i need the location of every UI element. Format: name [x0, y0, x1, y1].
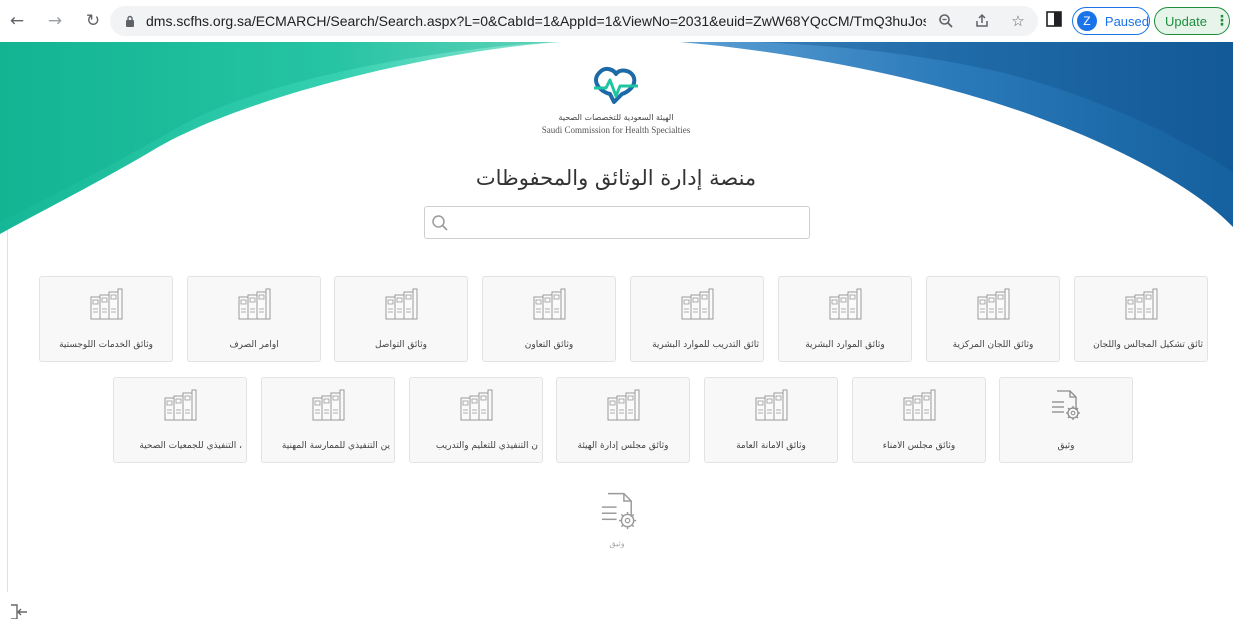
- tile-payment-orders[interactable]: اوامر الصرف: [187, 276, 321, 362]
- tile-general-secretariat-docs[interactable]: وثائق الأمانة العامة: [704, 377, 838, 463]
- archive-binders-icon: [238, 288, 271, 320]
- tile-executive-education-training[interactable]: ن التنفيذي للتعليم والتدريب: [409, 377, 543, 463]
- tile-executive-professional-practice[interactable]: ين التنفيذي للممارسة المهنية: [261, 377, 395, 463]
- archive-binders-icon: [460, 389, 493, 421]
- forward-icon[interactable]: →: [44, 10, 66, 32]
- archive-binders-icon: [681, 288, 714, 320]
- org-name-arabic: الهيئة السعودية للتخصصات الصحية: [558, 113, 674, 122]
- zoom-icon[interactable]: [936, 10, 956, 32]
- tile-executive-health-societies[interactable]: ، التنفيذي للجمعيات الصحية: [113, 377, 247, 463]
- back-icon[interactable]: ←: [6, 10, 28, 32]
- archive-binders-icon: [1125, 288, 1158, 320]
- tile-label: وثائق التواصل: [374, 340, 428, 350]
- avatar: Z: [1077, 11, 1097, 31]
- org-name-english: Saudi Commission for Health Specialties: [541, 125, 691, 135]
- tile-human-resources-docs[interactable]: وثائق الموارد البشرية: [778, 276, 912, 362]
- tile-cooperation-docs[interactable]: وثائق التعاون: [482, 276, 616, 362]
- update-label: Update: [1165, 13, 1207, 29]
- tile-label: وثائق التعاون: [524, 340, 574, 350]
- archive-binders-icon: [164, 389, 197, 421]
- tile-label: وثيق: [609, 539, 625, 548]
- tile-label: وثائق الأمانة العامة: [736, 441, 806, 451]
- archive-binders-icon: [385, 288, 418, 320]
- tile-label: ن التنفيذي للتعليم والتدريب: [435, 441, 538, 451]
- tile-central-committees-docs[interactable]: وثائق اللجان المركزية: [926, 276, 1060, 362]
- search-icon: [432, 215, 448, 231]
- tile-hr-training-docs[interactable]: ثائق التدريب للموارد البشرية: [630, 276, 764, 362]
- browser-toolbar: ← → ↻ dms.scfhs.org.sa/ECMARCH/Search/Se…: [0, 0, 1233, 42]
- more-menu-icon[interactable]: ⋮: [1215, 13, 1229, 29]
- archive-binders-icon: [977, 288, 1010, 320]
- tile-label: وثائق الموارد البشرية: [805, 340, 885, 350]
- archive-binders-icon: [829, 288, 862, 320]
- page-title: منصة إدارة الوثائق والمحفوظات: [475, 166, 757, 190]
- url-text[interactable]: dms.scfhs.org.sa/ECMARCH/Search/Search.a…: [146, 13, 926, 29]
- tile-logistics-services-docs[interactable]: وثائق الخدمات اللوجستية: [39, 276, 173, 362]
- tile-label: وثائق اللجان المركزية: [952, 340, 1034, 350]
- tile-label: ثائق التدريب للموارد البشرية: [652, 340, 759, 350]
- archive-binders-icon: [312, 389, 345, 421]
- tile-documentation[interactable]: وثيق: [999, 377, 1133, 463]
- search-input[interactable]: [424, 206, 810, 239]
- reload-icon[interactable]: ↻: [82, 10, 104, 32]
- page-content: الهيئة السعودية للتخصصات الصحية Saudi Co…: [0, 42, 1233, 619]
- archive-binders-icon: [533, 288, 566, 320]
- tile-board-of-directors-docs[interactable]: وثائق مجلس إدارة الهيئة: [556, 377, 690, 463]
- tile-council-committees-formation-docs[interactable]: ثائق تشكيل المجالس واللجان: [1074, 276, 1208, 362]
- side-panel-icon[interactable]: [1046, 11, 1062, 29]
- archive-binders-icon: [755, 389, 788, 421]
- share-icon[interactable]: [972, 10, 992, 32]
- archive-binders-icon: [607, 389, 640, 421]
- document-settings-icon: [1052, 390, 1080, 420]
- bookmark-star-icon[interactable]: ☆: [1008, 10, 1028, 32]
- lock-icon[interactable]: [122, 13, 138, 29]
- address-bar[interactable]: dms.scfhs.org.sa/ECMARCH/Search/Search.a…: [110, 6, 1038, 36]
- profile-button[interactable]: Z Paused: [1072, 7, 1150, 35]
- tile-label: وثائق مجلس إدارة الهيئة: [577, 441, 669, 451]
- sidebar-toggle-icon[interactable]: [9, 603, 29, 619]
- archive-binders-icon: [90, 288, 123, 320]
- tile-label: وثائق مجلس الأمناء: [882, 441, 956, 451]
- tile-label: ين التنفيذي للممارسة المهنية: [281, 441, 390, 451]
- document-settings-icon: [601, 492, 637, 530]
- tile-documentation-secondary[interactable]: وثيق: [592, 490, 642, 560]
- tile-communication-docs[interactable]: وثائق التواصل: [334, 276, 468, 362]
- tile-label: ، التنفيذي للجمعيات الصحية: [139, 441, 242, 451]
- tile-board-of-trustees-docs[interactable]: وثائق مجلس الأمناء: [852, 377, 986, 463]
- update-button[interactable]: Update ⋮: [1154, 7, 1230, 35]
- archive-binders-icon: [903, 389, 936, 421]
- tile-label: ثائق تشكيل المجالس واللجان: [1093, 340, 1203, 350]
- tile-label: وثيق: [1057, 441, 1075, 451]
- profile-status: Paused: [1104, 13, 1149, 29]
- tile-label: اوامر الصرف: [229, 340, 279, 350]
- tile-label: وثائق الخدمات اللوجستية: [59, 340, 153, 350]
- scfhs-logo: [594, 66, 638, 104]
